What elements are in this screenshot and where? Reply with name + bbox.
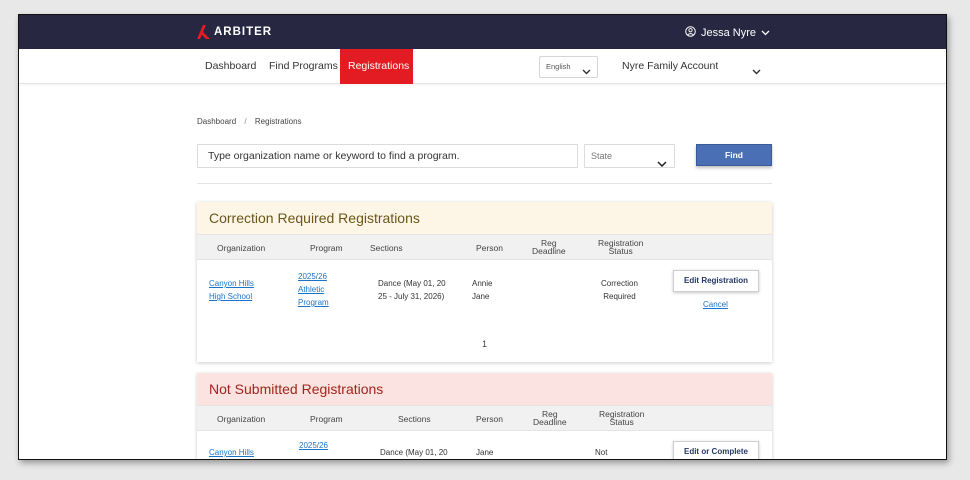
breadcrumb: Dashboard / Registrations bbox=[197, 117, 302, 126]
user-menu[interactable]: Jessa Nyre bbox=[685, 26, 770, 40]
organization-link-line1[interactable]: Canyon Hills bbox=[209, 277, 254, 290]
program-link-line3[interactable]: Program bbox=[298, 296, 329, 309]
column-organization: Organization bbox=[217, 243, 266, 253]
user-circle-icon bbox=[685, 26, 696, 40]
breadcrumb-separator: / bbox=[244, 117, 247, 126]
brand-name: ARBITER bbox=[214, 26, 273, 38]
column-reg-deadline-line2: Deadline bbox=[533, 417, 567, 427]
program-link-line1[interactable]: 2025/26 bbox=[298, 270, 329, 283]
program-link[interactable]: 2025/26 bbox=[299, 439, 328, 452]
organization-link[interactable]: Canyon Hills bbox=[209, 446, 254, 459]
search-input[interactable]: Type organization name or keyword to fin… bbox=[197, 144, 578, 168]
column-reg-deadline: Reg Deadline bbox=[532, 239, 566, 256]
column-person: Person bbox=[476, 243, 503, 253]
chevron-down-icon bbox=[582, 63, 591, 83]
arbiter-logo[interactable]: ARBITER bbox=[197, 25, 272, 39]
organization-link-line2[interactable]: High School bbox=[209, 290, 254, 303]
sections-cell: Dance (May 01, 20 bbox=[380, 448, 448, 457]
state-value: State bbox=[591, 151, 613, 161]
program-link[interactable]: 2025/26 Athletic Program bbox=[298, 270, 329, 309]
breadcrumb-dashboard[interactable]: Dashboard bbox=[197, 117, 236, 126]
nav-bar: Dashboard Find Programs Registrations En… bbox=[19, 49, 946, 84]
person-cell: Jane bbox=[476, 448, 494, 457]
column-organization: Organization bbox=[217, 414, 266, 424]
person-cell: Annie Jane bbox=[472, 277, 492, 303]
column-person: Person bbox=[476, 414, 503, 424]
column-sections: Sections bbox=[398, 414, 431, 424]
find-button[interactable]: Find bbox=[696, 144, 772, 166]
person-line2: Jane bbox=[472, 292, 490, 301]
nav-find-programs[interactable]: Find Programs bbox=[261, 49, 346, 84]
nav-dashboard[interactable]: Dashboard bbox=[197, 49, 264, 84]
person-line1: Annie bbox=[472, 279, 493, 288]
organization-link[interactable]: Canyon Hills High School bbox=[209, 277, 254, 303]
status-line1: Correction bbox=[601, 279, 638, 288]
column-program: Program bbox=[310, 414, 343, 424]
column-reg-deadline-line2: Deadline bbox=[532, 246, 566, 256]
top-bar: ARBITER Jessa Nyre bbox=[19, 15, 946, 49]
state-select[interactable]: State bbox=[584, 144, 675, 168]
cancel-link[interactable]: Cancel bbox=[703, 298, 728, 311]
column-registration-status: Registration Status bbox=[598, 239, 643, 256]
table-header: Organization Program Sections Person Reg… bbox=[197, 234, 772, 260]
status-line2: Required bbox=[603, 292, 636, 301]
arbiter-logo-icon bbox=[197, 25, 211, 39]
column-reg-deadline: Reg Deadline bbox=[533, 410, 567, 427]
card-title: Correction Required Registrations bbox=[197, 202, 772, 234]
language-value: English bbox=[546, 62, 571, 71]
status-cell: Not bbox=[595, 448, 608, 457]
correction-required-card: Correction Required Registrations Organi… bbox=[197, 202, 772, 362]
card-title: Not Submitted Registrations bbox=[197, 373, 772, 405]
sections-line1: Dance (May 01, 20 bbox=[378, 279, 446, 288]
nav-registrations[interactable]: Registrations bbox=[340, 49, 413, 84]
account-select[interactable]: Nyre Family Account bbox=[622, 49, 718, 84]
column-registration-status: Registration Status bbox=[599, 410, 644, 427]
divider bbox=[197, 183, 772, 184]
chevron-down-icon bbox=[761, 27, 770, 39]
edit-registration-button[interactable]: Edit Registration bbox=[673, 270, 759, 292]
not-submitted-card: Not Submitted Registrations Organization… bbox=[197, 373, 772, 459]
app-window: ARBITER Jessa Nyre Dashboard Find Progra… bbox=[18, 14, 947, 460]
user-name: Jessa Nyre bbox=[700, 27, 756, 39]
column-program: Program bbox=[310, 243, 343, 253]
chevron-down-icon[interactable] bbox=[752, 62, 761, 80]
column-status-line2: Status bbox=[608, 246, 633, 256]
status-cell: Correction Required bbox=[601, 277, 638, 303]
sections-cell: Dance (May 01, 20 25 - July 31, 2026) bbox=[378, 277, 446, 303]
pagination-page[interactable]: 1 bbox=[482, 339, 487, 349]
table-header: Organization Program Sections Person Reg… bbox=[197, 405, 772, 431]
program-link-line2[interactable]: Athletic bbox=[298, 283, 329, 296]
column-sections: Sections bbox=[370, 243, 403, 253]
chevron-down-icon bbox=[657, 153, 667, 175]
column-status-line2: Status bbox=[609, 417, 634, 427]
edit-or-complete-button[interactable]: Edit or Complete bbox=[673, 441, 759, 459]
breadcrumb-current: Registrations bbox=[254, 117, 302, 126]
sections-line2: 25 - July 31, 2026) bbox=[378, 292, 445, 301]
language-select[interactable]: English bbox=[539, 56, 598, 78]
